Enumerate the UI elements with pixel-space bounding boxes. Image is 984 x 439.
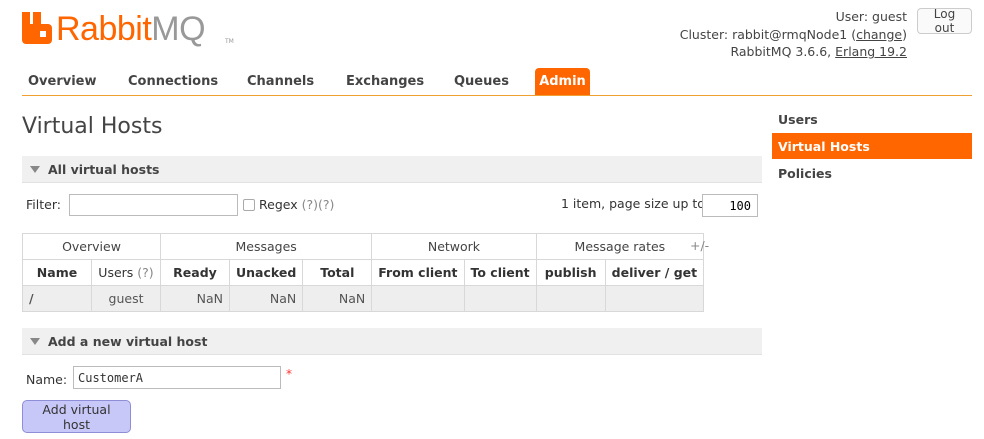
version-line: RabbitMQ 3.6.6, Erlang 19.2 [730, 44, 907, 59]
tab-admin[interactable]: Admin [535, 68, 590, 95]
cell-unacked: NaN [228, 285, 304, 312]
table-row[interactable]: / guest NaN NaN NaN [22, 285, 705, 312]
add-virtual-host-button[interactable]: Add virtual host [22, 400, 131, 433]
col-publish[interactable]: publish [535, 259, 606, 286]
required-asterisk: * [286, 367, 292, 381]
table-group-header-row: Overview Messages Network Message rates [22, 233, 705, 260]
col-total[interactable]: Total [302, 259, 373, 286]
group-message-rates: Message rates [535, 233, 705, 260]
logo-trademark: TM [225, 38, 234, 45]
regex-label: Regex (?)(?) [259, 197, 335, 212]
cell-name[interactable]: / [22, 285, 92, 312]
col-to-client[interactable]: To client [463, 259, 537, 286]
group-messages: Messages [159, 233, 373, 260]
cell-total: NaN [302, 285, 373, 312]
page-size-text: 1 item, page size up to [561, 196, 705, 211]
collapse-triangle-icon [30, 165, 40, 173]
tab-overview[interactable]: Overview [28, 68, 97, 95]
all-vhosts-section-header[interactable]: All virtual hosts [22, 156, 762, 183]
filter-label: Filter: [26, 197, 61, 212]
col-users[interactable]: Users (?) [91, 259, 161, 286]
group-overview: Overview [22, 233, 161, 260]
name-label: Name: [26, 372, 68, 387]
page-size-input[interactable] [702, 194, 758, 217]
main-nav: Overview Connections Channels Exchanges … [22, 68, 972, 96]
vhosts-table: Overview Messages Network Message rates … [22, 233, 705, 312]
cell-ready: NaN [160, 285, 230, 312]
col-ready[interactable]: Ready [160, 259, 230, 286]
col-deliver-get[interactable]: deliver / get [604, 259, 705, 286]
collapse-triangle-icon [30, 337, 40, 345]
logout-button[interactable]: Log out [917, 7, 972, 35]
cluster-name: rabbit@rmqNode1 [732, 26, 848, 42]
page-title: Virtual Hosts [22, 114, 163, 139]
tab-exchanges[interactable]: Exchanges [346, 68, 424, 95]
table-column-header-row: Name Users (?) Ready Unacked Total From … [22, 259, 705, 286]
vhost-name-input[interactable] [73, 366, 281, 389]
regex-checkbox[interactable] [243, 199, 255, 211]
cell-from-client [371, 285, 465, 312]
rabbit-logo-icon [22, 12, 52, 44]
rabbitmq-logo: RabbitMQ TM [22, 10, 234, 48]
cluster-change-link[interactable]: change [856, 27, 902, 42]
sidebar-item-virtual-hosts[interactable]: Virtual Hosts [772, 133, 972, 159]
user-line: User: guest [835, 9, 907, 24]
cell-publish [535, 285, 606, 312]
erlang-version-link[interactable]: Erlang 19.2 [835, 44, 907, 59]
tab-queues[interactable]: Queues [454, 68, 509, 95]
cell-users: guest [91, 285, 161, 312]
sidebar-item-users[interactable]: Users [772, 106, 972, 132]
cluster-line: Cluster: rabbit@rmqNode1 (change) [679, 26, 907, 42]
tab-channels[interactable]: Channels [247, 68, 314, 95]
add-vhost-section-title: Add a new virtual host [48, 333, 208, 349]
col-name[interactable]: Name [22, 259, 92, 286]
sidebar-item-policies[interactable]: Policies [772, 160, 972, 186]
cell-to-client [463, 285, 537, 312]
col-from-client[interactable]: From client [371, 259, 465, 286]
regex-help-link[interactable]: (?)(?) [302, 197, 335, 212]
column-options-toggle[interactable]: +/- [690, 238, 709, 253]
filter-input[interactable] [69, 194, 238, 216]
all-vhosts-section-title: All virtual hosts [48, 161, 160, 177]
group-network: Network [371, 233, 537, 260]
user-info: User: guest Cluster: rabbit@rmqNode1 (ch… [680, 8, 907, 61]
col-unacked[interactable]: Unacked [228, 259, 304, 286]
users-help-link[interactable]: (?) [137, 265, 153, 280]
logo-wordmark: RabbitMQ [56, 10, 206, 48]
cell-deliver-get [604, 285, 705, 312]
tab-connections[interactable]: Connections [128, 68, 218, 95]
add-vhost-section-header[interactable]: Add a new virtual host [22, 328, 762, 355]
user-name: guest [872, 9, 907, 24]
